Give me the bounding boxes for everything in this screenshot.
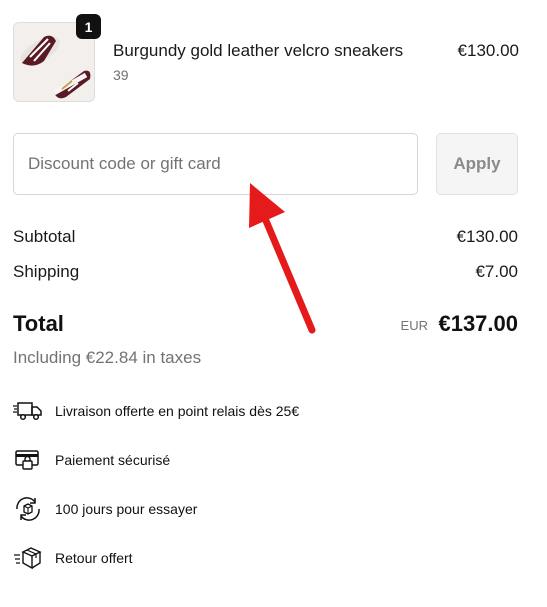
secure-payment-card-icon: [15, 450, 39, 470]
perk-secure-payment: Paiement sécurisé: [13, 447, 413, 475]
shipping-value: €7.00: [475, 262, 518, 281]
discount-code-input[interactable]: [13, 133, 418, 195]
returns-cycle-icon: [16, 497, 40, 521]
perk-label: Livraison offerte en point relais dès 25…: [55, 403, 300, 419]
subtotal-row: Subtotal €130.00: [13, 227, 518, 247]
return-box-icon: [14, 547, 42, 570]
perk-trial-days: 100 jours pour essayer: [13, 496, 413, 524]
subtotal-value: €130.00: [456, 227, 518, 246]
perk-label: Paiement sécurisé: [55, 452, 171, 468]
perk-label: 100 jours pour essayer: [55, 501, 198, 517]
total-value: €137.00: [438, 311, 518, 336]
product-price: €130.00: [457, 41, 519, 60]
product-variant: 39: [113, 67, 129, 83]
line-item: 1 Burgundy gold leather velcro sneakers …: [13, 14, 519, 104]
quantity-badge: 1: [76, 14, 101, 39]
product-name: Burgundy gold leather velcro sneakers: [113, 41, 404, 60]
shipping-row: Shipping €7.00: [13, 262, 518, 282]
total-label: Total: [13, 311, 64, 336]
perk-free-returns: Retour offert: [13, 545, 413, 573]
apply-discount-button[interactable]: Apply: [436, 133, 518, 195]
taxes-note: Including €22.84 in taxes: [13, 348, 202, 367]
total-currency: EUR: [400, 318, 428, 333]
perk-free-delivery: Livraison offerte en point relais dès 25…: [13, 398, 413, 426]
subtotal-label: Subtotal: [13, 227, 76, 246]
delivery-truck-icon: [13, 402, 42, 421]
perk-label: Retour offert: [55, 550, 133, 566]
shipping-label: Shipping: [13, 262, 80, 281]
